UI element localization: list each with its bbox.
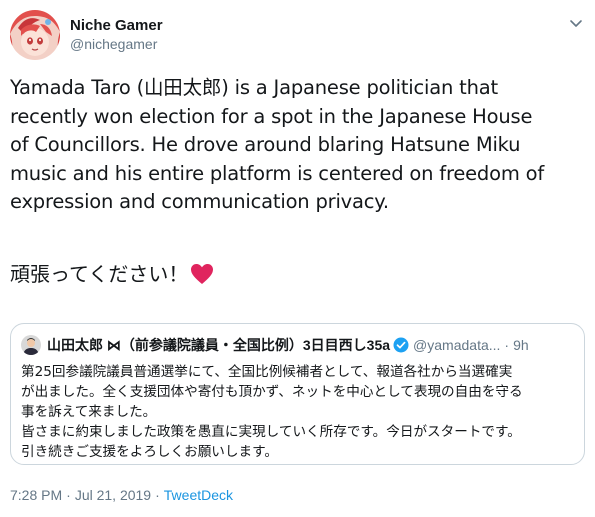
heart-icon bbox=[190, 263, 214, 285]
quoted-text-line: 皆さまに約束しました政策を愚直に実現していく所存です。今日がスタートです。 bbox=[21, 424, 521, 440]
quoted-author-name[interactable]: 山田太郎 ⋈（前参議院議員・全国比例）3日目西し35a bbox=[47, 335, 390, 355]
quoted-tweet-text: 第25回参議院議員普通選挙にて、全国比例候補者として、報道各社から当選確実 が出… bbox=[21, 362, 576, 462]
quoted-tweet-header: 山田太郎 ⋈（前参議院議員・全国比例）3日目西し35a @yamadata...… bbox=[21, 334, 574, 356]
author-avatar[interactable] bbox=[10, 10, 60, 60]
tweet-text-line: Yamada Taro (山田太郎) is a Japanese politic… bbox=[10, 76, 498, 99]
author-info[interactable]: Niche Gamer @nichegamer bbox=[70, 16, 163, 54]
quoted-timestamp[interactable]: 9h bbox=[513, 337, 529, 353]
separator-dot: · bbox=[504, 337, 510, 353]
quoted-author-handle[interactable]: @yamadata... bbox=[413, 337, 500, 353]
tweet-text: Yamada Taro (山田太郎) is a Japanese politic… bbox=[10, 74, 585, 217]
separator-dot: · bbox=[66, 487, 71, 503]
tweet-time[interactable]: 7:28 PM bbox=[10, 487, 62, 503]
tweet-header: Niche Gamer @nichegamer bbox=[10, 10, 585, 62]
tweet-metadata: 7:28 PM · Jul 21, 2019 · TweetDeck bbox=[10, 487, 233, 503]
verified-badge-icon bbox=[393, 337, 409, 353]
quoted-text-line: が出ました。全く支援団体や寄付も頂かず、ネットを中心として表現の自由を守る bbox=[21, 384, 523, 400]
tweet-text-line: expression and communication privacy. bbox=[10, 190, 389, 214]
tweet-japanese-text: 頑張ってください！ bbox=[10, 262, 189, 286]
quoted-tweet[interactable]: 山田太郎 ⋈（前参議院議員・全国比例）3日目西し35a @yamadata...… bbox=[10, 323, 585, 465]
quoted-text-line: 第25回参議院議員普通選挙にて、全国比例候補者として、報道各社から当選確実 bbox=[21, 364, 513, 380]
tweet-text-line: music and his entire platform is centere… bbox=[10, 161, 545, 185]
author-handle[interactable]: @nichegamer bbox=[70, 35, 163, 54]
tweet-text-line: of Councillors. He drove around blaring … bbox=[10, 133, 521, 157]
tweet-source-link[interactable]: TweetDeck bbox=[164, 487, 233, 503]
author-name[interactable]: Niche Gamer bbox=[70, 16, 163, 35]
separator-dot: · bbox=[155, 487, 160, 503]
chevron-down-icon[interactable] bbox=[567, 14, 585, 32]
tweet-japanese-line: 頑張ってください！ bbox=[10, 259, 214, 289]
quoted-text-line: 引き続きご支援をよろしくお願いします。 bbox=[21, 444, 278, 460]
tweet-text-line: recently won election for a spot in the … bbox=[10, 104, 533, 128]
tweet-date[interactable]: Jul 21, 2019 bbox=[75, 487, 151, 503]
tweet: Niche Gamer @nichegamer Yamada Taro (山田太… bbox=[0, 0, 595, 517]
quoted-text-line: 事を訴えて来ました。 bbox=[21, 404, 157, 420]
quoted-author-avatar[interactable] bbox=[21, 335, 41, 355]
